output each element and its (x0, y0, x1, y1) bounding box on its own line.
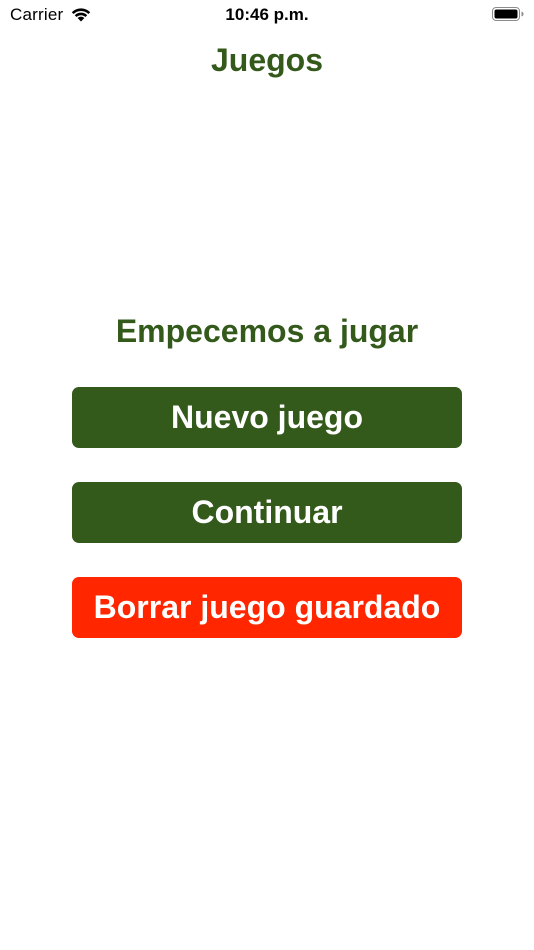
page-title: Juegos (210, 42, 324, 78)
section-heading: Empecemos a jugar (115, 313, 419, 349)
continue-button[interactable]: Continuar (72, 482, 462, 543)
battery-icon (492, 7, 524, 21)
new-game-button[interactable]: Nuevo juego (72, 387, 462, 448)
delete-saved-game-button[interactable]: Borrar juego guardado (72, 577, 462, 638)
status-bar: Carrier 10:46 p.m. (0, 0, 534, 30)
clock: 10:46 p.m. (225, 5, 309, 24)
